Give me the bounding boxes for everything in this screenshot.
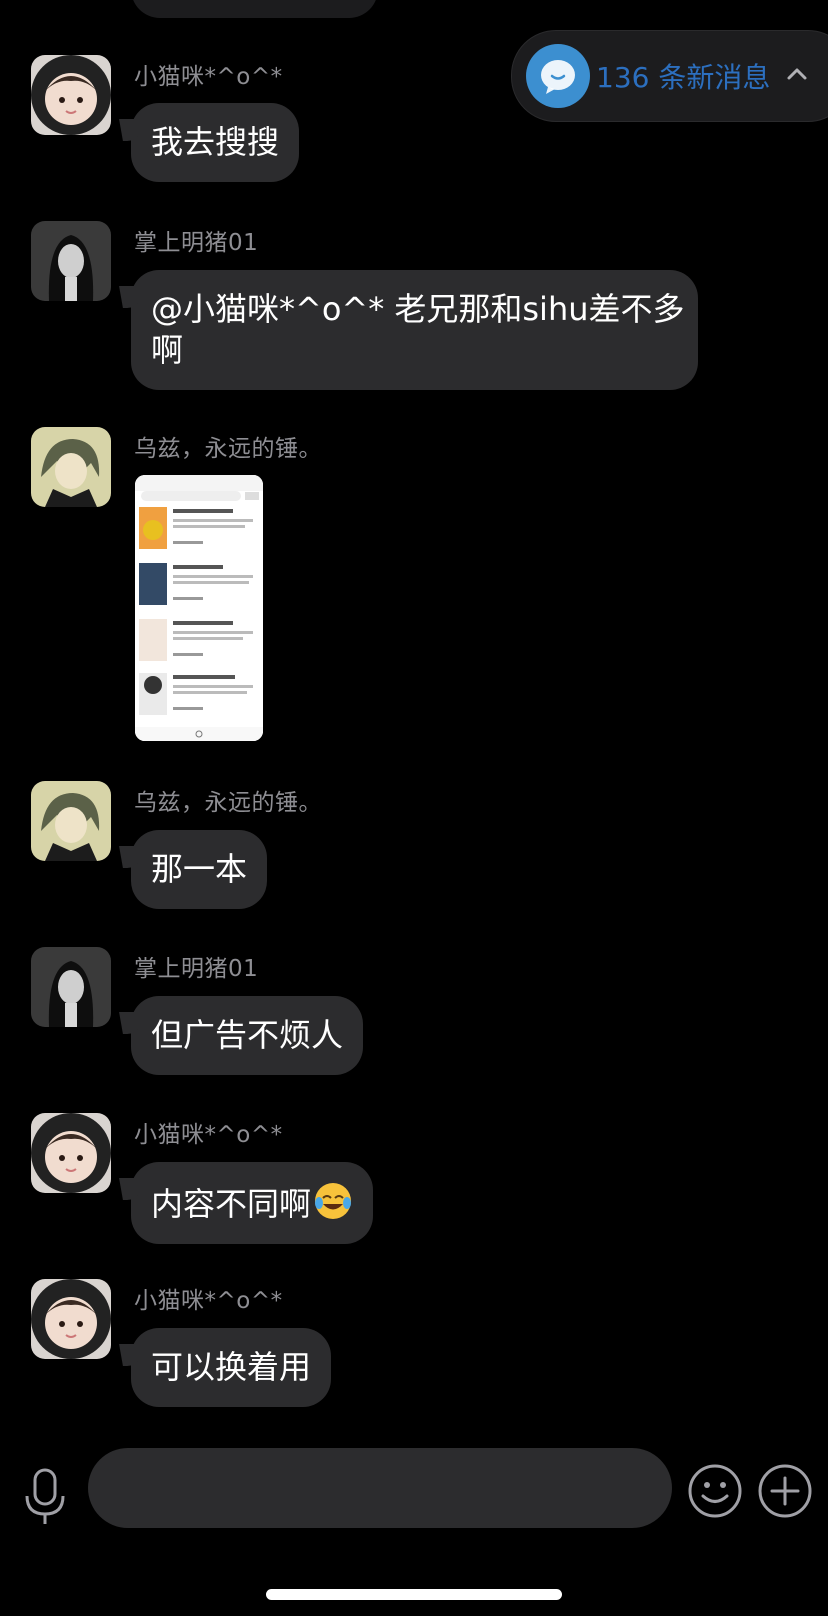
avatar[interactable] [31, 781, 111, 861]
avatar[interactable] [31, 55, 111, 135]
sender-name: 小猫咪*^o^* [134, 64, 283, 90]
plus-icon[interactable] [757, 1463, 813, 1519]
avatar[interactable] [31, 1279, 111, 1359]
sender-name: 乌兹，永远的锤。 [134, 790, 322, 816]
message-text: @小猫咪*^o^* 老兄那和sihu差不多 [151, 290, 685, 328]
microphone-icon[interactable] [20, 1468, 70, 1528]
avatar[interactable] [31, 221, 111, 301]
message-text: 啊 [151, 331, 184, 369]
message-input[interactable] [88, 1448, 672, 1528]
sender-name: 小猫咪*^o^* [134, 1288, 283, 1314]
previous-message-bubble [131, 0, 378, 18]
message-text: 内容不同啊 [151, 1185, 312, 1223]
new-messages-count: 136 条新消息 [596, 61, 771, 94]
message-bubble[interactable]: 我去搜搜 [131, 103, 300, 182]
message-bubble[interactable]: 那一本 [131, 830, 268, 909]
laughing-tears-emoji-icon [315, 1183, 352, 1219]
input-bar [0, 1440, 828, 1550]
avatar[interactable] [31, 427, 111, 507]
chat-bubble-icon [526, 44, 590, 108]
message-bubble[interactable]: 内容不同啊 [131, 1162, 374, 1244]
message-bubble[interactable]: 但广告不烦人 [131, 996, 364, 1075]
emoji-icon[interactable] [687, 1463, 743, 1519]
avatar[interactable] [31, 947, 111, 1027]
sender-name: 掌上明猪01 [134, 956, 259, 982]
sender-name: 掌上明猪01 [134, 230, 259, 256]
new-messages-button[interactable]: 136 条新消息 [511, 30, 828, 122]
chevron-up-icon [787, 68, 807, 80]
image-message[interactable] [135, 475, 263, 741]
sender-name: 小猫咪*^o^* [134, 1122, 283, 1148]
message-bubble[interactable]: @小猫咪*^o^* 老兄那和sihu差不多 啊 [131, 270, 698, 390]
message-bubble[interactable]: 可以换着用 [131, 1328, 332, 1407]
avatar[interactable] [31, 1113, 111, 1193]
home-indicator[interactable] [266, 1589, 562, 1600]
sender-name: 乌兹，永远的锤。 [134, 436, 322, 462]
